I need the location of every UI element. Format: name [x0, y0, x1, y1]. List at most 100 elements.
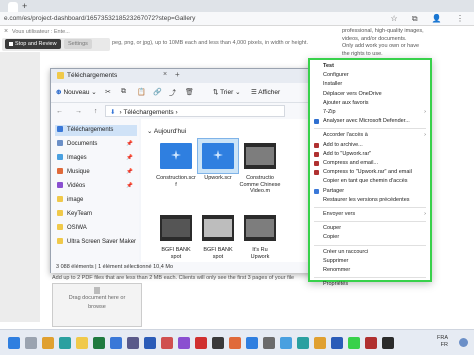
sidebar-item-6[interactable]: image: [55, 195, 137, 206]
sidebar-item-label: Documents: [67, 141, 98, 147]
file-name: BGFI BANK: [161, 247, 191, 253]
sidebar-item-7[interactable]: KeyTeam: [55, 209, 137, 220]
search-icon[interactable]: [25, 337, 37, 349]
new-tab-button[interactable]: +: [22, 1, 27, 11]
sidebar-item-9[interactable]: Ultra Screen Saver Maker: [55, 237, 137, 248]
menu-separator: [314, 128, 426, 130]
browser-tab[interactable]: [8, 2, 18, 12]
sidebar-item-2[interactable]: Documents 📌: [55, 139, 137, 150]
recorder-header: × Vous utilisateur : Ente...: [2, 28, 112, 38]
video-file-icon: [160, 215, 192, 241]
menu-item[interactable]: Envoyer vers ›: [310, 210, 429, 219]
menu-item[interactable]: Installer: [310, 80, 429, 89]
stop-label: Stop and Review: [15, 41, 57, 47]
menu-item[interactable]: Ajouter aux favoris: [310, 99, 429, 108]
menu-item[interactable]: Configurer: [310, 71, 429, 80]
folder-icon[interactable]: [76, 337, 88, 349]
menu-item-label: Compress and email...: [323, 160, 379, 166]
menu-item-label: Créer un raccourci: [323, 248, 369, 255]
video-file-icon: [244, 215, 276, 241]
menu-item[interactable]: Partager: [310, 187, 429, 196]
app-icon[interactable]: [382, 337, 394, 349]
menu-item[interactable]: Créer un raccourci: [310, 248, 429, 257]
file-item[interactable]: It's Ru Upwork: [239, 211, 281, 260]
menu-item[interactable]: Test: [310, 62, 429, 71]
path-box[interactable]: ⬇ › Téléchargements ›: [105, 105, 285, 117]
app-icon[interactable]: [365, 337, 377, 349]
menu-item-label: Accorder l'accès à: [323, 132, 368, 139]
sidebar-item-label: Images: [67, 155, 87, 161]
app-icon[interactable]: [161, 337, 173, 349]
sidebar-item-8[interactable]: OSIWA: [55, 223, 137, 234]
cut-icon[interactable]: ✂: [105, 88, 111, 96]
menu-item[interactable]: 7-Zip ›: [310, 108, 429, 117]
menu-item[interactable]: Propriétés: [310, 280, 429, 289]
new-tab-icon[interactable]: +: [175, 70, 180, 79]
sidebar-item-1[interactable]: Téléchargements: [55, 125, 137, 136]
notification-icon[interactable]: [459, 338, 468, 347]
stop-and-review-button[interactable]: Stop and Review: [5, 39, 61, 49]
app-icon[interactable]: [348, 337, 360, 349]
new-button[interactable]: ⊕ Nouveau ⌄: [56, 88, 97, 96]
left-gray-panel: [0, 52, 40, 322]
document-dropzone[interactable]: Drag document here or browse: [52, 283, 142, 327]
menu-item[interactable]: Compress to "Upwork.rar" and email: [310, 168, 429, 177]
menu-item[interactable]: Déplacer vers OneDrive: [310, 90, 429, 99]
menu-item[interactable]: Accorder l'accès à ›: [310, 131, 429, 140]
paste-icon[interactable]: 📋: [137, 88, 146, 96]
app-icon[interactable]: [263, 337, 275, 349]
address-text[interactable]: e.com/es/project-dashboard/1657353218523…: [4, 15, 195, 22]
sidebar-item-5[interactable]: Vidéos 📌: [55, 181, 137, 192]
share-icon[interactable]: ⤴: [169, 88, 176, 98]
sidebar-item-4[interactable]: Musique 📌: [55, 167, 137, 178]
file-item[interactable]: BGFI BANK spot: [155, 211, 197, 260]
browse-link[interactable]: browse: [53, 303, 141, 312]
app-icon[interactable]: [297, 337, 309, 349]
start-icon[interactable]: [8, 337, 20, 349]
sort-button[interactable]: ⇅ Trier ⌄: [213, 88, 241, 96]
mail-icon[interactable]: [110, 337, 122, 349]
menu-item[interactable]: Analyser avec Microsoft Defender...: [310, 117, 429, 126]
store-icon[interactable]: [127, 337, 139, 349]
app-icon[interactable]: [246, 337, 258, 349]
file-item[interactable]: Constructio Comme Chinese Video.m: [239, 139, 281, 195]
word-icon[interactable]: [144, 337, 156, 349]
address-bar[interactable]: e.com/es/project-dashboard/1657353218523…: [0, 12, 474, 26]
menu-item[interactable]: Restaurer les versions précédentes: [310, 196, 429, 205]
app-icon[interactable]: [280, 337, 292, 349]
acrobat-icon[interactable]: [195, 337, 207, 349]
browser-toolbar-icons[interactable]: ☆ ⧉ 👤 ⋮: [390, 14, 470, 24]
settings-button[interactable]: Settings: [64, 39, 92, 49]
copy-icon[interactable]: ⧉: [121, 88, 126, 96]
file-item[interactable]: BGFI BANK spot: [197, 211, 239, 260]
group-label[interactable]: ⌄ Aujourd'hui: [147, 127, 186, 135]
chrome-icon[interactable]: [42, 337, 54, 349]
language-indicator[interactable]: FRA FR: [437, 335, 448, 349]
sidebar-item-3[interactable]: Images 📌: [55, 153, 137, 164]
app-icon[interactable]: [314, 337, 326, 349]
app-icon[interactable]: [212, 337, 224, 349]
menu-item[interactable]: Renommer: [310, 266, 429, 275]
excel-icon[interactable]: [93, 337, 105, 349]
file-item[interactable]: Construction.scr f: [155, 139, 197, 188]
menu-item[interactable]: Copier en tant que chemin d'accès: [310, 177, 429, 186]
menu-item[interactable]: Copier: [310, 233, 429, 242]
delete-icon[interactable]: 🗑: [185, 88, 194, 96]
menu-item[interactable]: Couper: [310, 224, 429, 233]
explorer-tab-title[interactable]: Téléchargements: [67, 72, 117, 79]
sort-label: Trier: [220, 89, 234, 96]
app-icon[interactable]: [229, 337, 241, 349]
edge-icon[interactable]: [59, 337, 71, 349]
menu-item[interactable]: Add to "Upwork.rar": [310, 150, 429, 159]
menu-item[interactable]: Supprimer: [310, 257, 429, 266]
app-icon[interactable]: [331, 337, 343, 349]
menu-item[interactable]: Add to archive...: [310, 141, 429, 150]
file-item[interactable]: Upwork.scr: [197, 138, 239, 182]
app-icon[interactable]: [178, 337, 190, 349]
rename-icon[interactable]: 🔗: [153, 88, 162, 96]
menu-item-label: Copier: [323, 234, 340, 241]
recorder-close-icon[interactable]: ×: [4, 28, 8, 35]
menu-item[interactable]: Compress and email...: [310, 159, 429, 168]
close-tab-icon[interactable]: ×: [163, 71, 167, 78]
view-button[interactable]: ☰ Afficher: [251, 88, 280, 96]
